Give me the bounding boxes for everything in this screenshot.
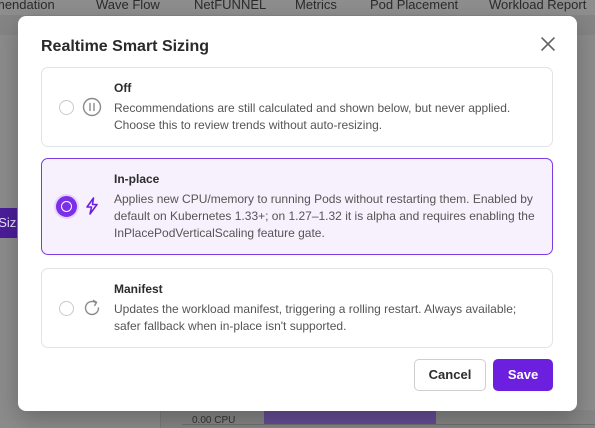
option-in-place[interactable]: In-place Applies new CPU/memory to runni… (41, 158, 553, 255)
pause-icon (82, 97, 102, 117)
cancel-button[interactable]: Cancel (414, 359, 486, 391)
background-tab-metrics[interactable]: Metrics (295, 0, 337, 12)
refresh-icon (82, 298, 102, 318)
smart-sizing-dialog: Realtime Smart Sizing Off Recommendation… (18, 16, 577, 411)
option-in-place-description: Applies new CPU/memory to running Pods w… (114, 192, 535, 240)
close-icon[interactable] (540, 36, 556, 52)
option-off-title: Off (114, 81, 132, 95)
radio-in-place[interactable] (56, 196, 77, 217)
radio-off[interactable] (59, 100, 74, 115)
background-chart-bar (264, 410, 436, 424)
dialog-title: Realtime Smart Sizing (41, 38, 210, 55)
background-smart-sizing-label: t Siz (0, 215, 17, 230)
background-smart-sizing-button[interactable]: t Siz (0, 208, 17, 238)
background-tab-pod-placement[interactable]: Pod Placement (370, 0, 458, 12)
background-chart-baseline (182, 424, 595, 425)
option-manifest-title: Manifest (114, 282, 163, 296)
background-tab-recommendation[interactable]: mendation (0, 0, 55, 12)
background-tab-wave-flow[interactable]: Wave Flow (96, 0, 160, 12)
option-manifest[interactable]: Manifest Updates the workload manifest, … (41, 268, 553, 348)
radio-manifest[interactable] (59, 301, 74, 316)
background-tab-bar: mendation Wave Flow NetFUNNEL Metrics Po… (0, 0, 595, 15)
option-off-description: Recommendations are still calculated and… (114, 101, 511, 132)
option-in-place-title: In-place (114, 172, 160, 186)
lightning-icon (82, 196, 102, 216)
option-off[interactable]: Off Recommendations are still calculated… (41, 67, 553, 147)
save-button[interactable]: Save (493, 359, 553, 391)
background-tab-netfunnel[interactable]: NetFUNNEL (194, 0, 266, 12)
option-manifest-description: Updates the workload manifest, triggerin… (114, 302, 517, 333)
background-tab-workload-report[interactable]: Workload Report (489, 0, 586, 12)
